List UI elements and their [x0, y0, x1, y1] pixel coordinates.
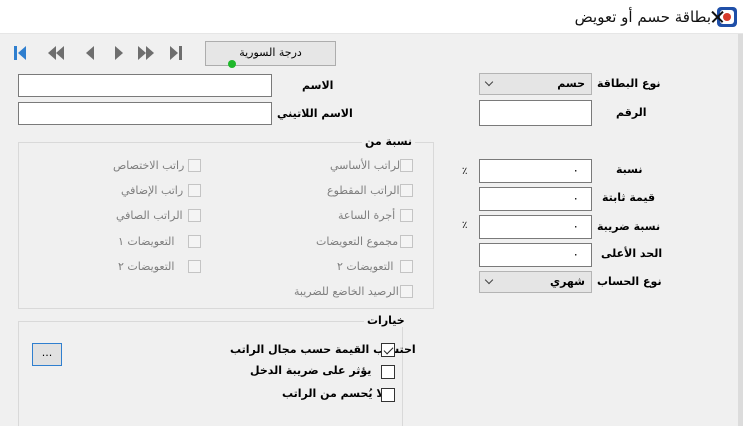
- option-income-tax-label: يؤثر على ضريبة الدخل: [250, 364, 372, 377]
- name-input[interactable]: [18, 74, 272, 97]
- fixed-value-input[interactable]: ٠: [479, 187, 592, 211]
- tax-rate-label: نسبة ضريبة: [597, 220, 661, 233]
- option-not-deducted-checkbox[interactable]: [381, 388, 395, 402]
- card-type-select[interactable]: حسم: [479, 73, 592, 95]
- specialty-salary-checkbox[interactable]: [188, 159, 201, 172]
- total-allowances-checkbox[interactable]: [400, 235, 413, 248]
- window-title: بطاقة حسم أو تعويض: [574, 8, 711, 26]
- max-limit-label: الحد الأعلى: [601, 247, 663, 260]
- previous-page-icon[interactable]: [48, 45, 66, 61]
- latin-name-label: الاسم اللاتيني: [277, 107, 353, 120]
- basic-salary-checkbox[interactable]: [400, 159, 413, 172]
- tax-rate-input[interactable]: ٠: [479, 215, 592, 239]
- next-record-icon[interactable]: [111, 45, 129, 61]
- percent-label: نسبة: [616, 163, 643, 176]
- title-bar: بطاقة حسم أو تعويض: [0, 0, 743, 34]
- net-salary-label: الراتب الصافي: [116, 209, 183, 222]
- name-label: الاسم: [302, 79, 334, 92]
- close-icon[interactable]: [700, 2, 734, 32]
- basic-salary-label: الراتب الأساسي: [330, 159, 404, 172]
- option-income-tax-checkbox[interactable]: [381, 365, 395, 379]
- calc-type-label: نوع الحساب: [597, 275, 662, 288]
- net-salary-checkbox[interactable]: [188, 209, 201, 222]
- card-type-label: نوع البطاقة: [597, 77, 661, 90]
- option-salary-range-checkbox[interactable]: [381, 343, 395, 357]
- tax-rate-unit: ٪: [462, 220, 468, 231]
- form-client-area: درجة السورية الاسم الاسم اللاتيني حسم نو…: [0, 34, 743, 426]
- percent-unit: ٪: [462, 166, 468, 177]
- chevron-down-icon: [484, 77, 494, 87]
- calc-type-value: شهري: [549, 275, 585, 288]
- option-not-deducted-label: لا يُحسم من الراتب: [282, 387, 385, 400]
- allowances-1-checkbox[interactable]: [188, 235, 201, 248]
- options-title: خيارات: [364, 314, 408, 327]
- record-navigation: [14, 42, 194, 64]
- specialty-salary-label: راتب الاختصاص: [113, 159, 185, 172]
- number-label: الرقم: [616, 106, 647, 119]
- max-limit-input[interactable]: ٠: [479, 243, 592, 267]
- window-edge: [738, 34, 743, 426]
- browse-button[interactable]: ...: [32, 343, 62, 366]
- lump-salary-label: الراتب المقطوع: [327, 184, 400, 197]
- extra-salary-label: راتب الإضافي: [121, 184, 184, 197]
- next-page-icon[interactable]: [138, 45, 156, 61]
- hourly-wage-label: أجرة الساعة: [338, 209, 396, 222]
- allowances-1-label: التعويضات ١: [118, 235, 175, 248]
- allowances-2b-label: التعويضات ٢: [118, 260, 175, 273]
- chevron-down-icon: [484, 275, 494, 285]
- calc-type-select[interactable]: شهري: [479, 271, 592, 293]
- taxable-balance-checkbox[interactable]: [400, 285, 413, 298]
- first-record-icon[interactable]: [14, 45, 32, 61]
- extra-salary-checkbox[interactable]: [188, 184, 201, 197]
- card-type-value: حسم: [557, 77, 585, 90]
- allowances-2b-checkbox[interactable]: [188, 260, 201, 273]
- allowances-2-checkbox[interactable]: [400, 260, 413, 273]
- syria-grade-button[interactable]: درجة السورية: [205, 41, 336, 66]
- previous-record-icon[interactable]: [82, 45, 100, 61]
- allowances-2-label: التعويضات ٢: [337, 260, 394, 273]
- last-record-icon[interactable]: [170, 45, 188, 61]
- number-input[interactable]: [479, 100, 592, 126]
- taxable-balance-label: الرصيد الخاضع للضريبة: [294, 285, 399, 298]
- fixed-value-label: قيمة ثابتة: [602, 191, 656, 204]
- lump-salary-checkbox[interactable]: [400, 184, 413, 197]
- latin-name-input[interactable]: [18, 102, 272, 125]
- status-dot-icon: [228, 60, 236, 68]
- percent-of-title: نسبة من: [362, 135, 416, 148]
- percent-input[interactable]: ٠: [479, 159, 592, 183]
- total-allowances-label: مجموع التعويضات: [316, 235, 399, 248]
- hourly-wage-checkbox[interactable]: [400, 209, 413, 222]
